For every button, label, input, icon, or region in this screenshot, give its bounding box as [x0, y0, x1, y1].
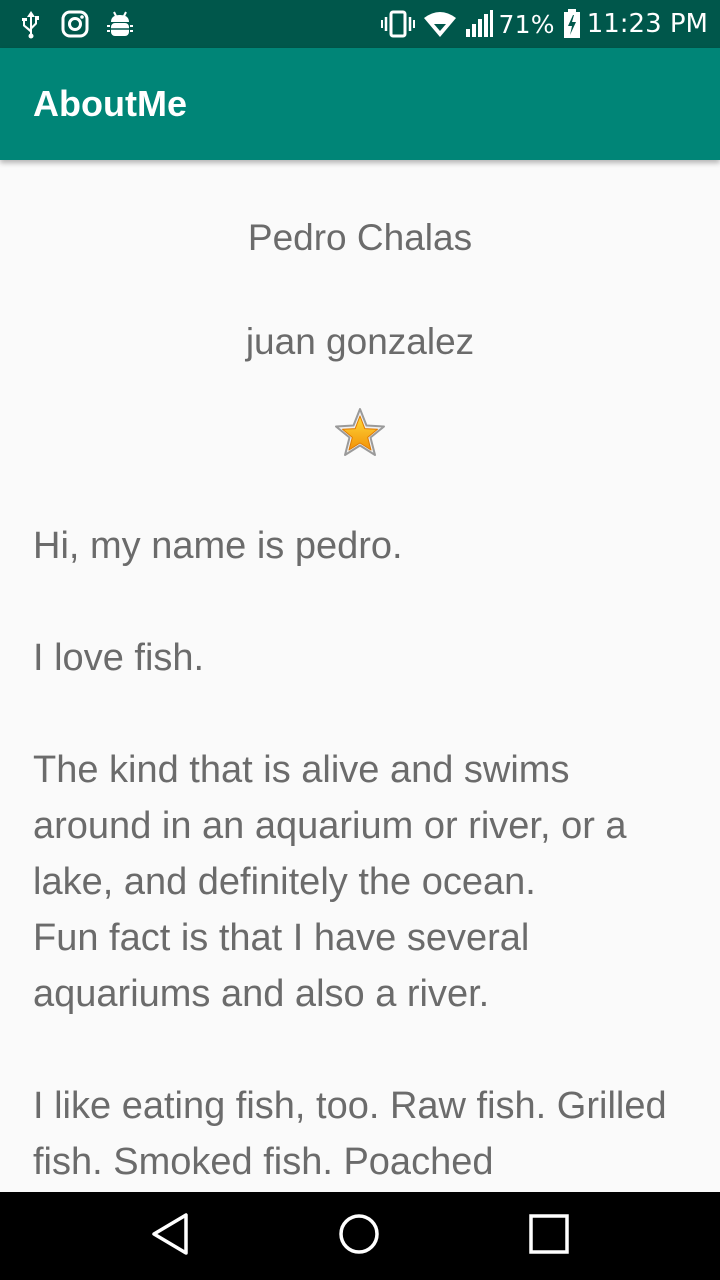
battery-charging-icon	[563, 9, 581, 39]
bio-text: Hi, my name is pedro. I love fish. The k…	[33, 525, 667, 1183]
app-title: AboutMe	[33, 83, 187, 124]
vibrate-icon	[380, 10, 415, 38]
status-bar-system: 71% 11:23 PM	[373, 9, 708, 39]
recents-button[interactable]	[499, 1192, 599, 1280]
signal-icon	[465, 10, 493, 38]
usb-icon	[18, 9, 44, 39]
back-button[interactable]	[120, 1192, 220, 1280]
status-bar: 71% 11:23 PM	[0, 0, 720, 48]
clock: 11:23 PM	[586, 9, 708, 39]
navigation-bar	[0, 1192, 720, 1280]
yellow-star-icon	[332, 406, 388, 462]
wifi-icon	[423, 10, 457, 38]
name-text: Pedro Chalas	[247, 217, 473, 258]
home-icon	[337, 1212, 381, 1260]
back-icon	[150, 1212, 190, 1260]
instagram-icon	[60, 9, 90, 39]
app-bar: AboutMe	[0, 48, 720, 160]
battery-percentage: 71%	[498, 9, 555, 39]
scroll-content[interactable]: Pedro Chalas juan gonzalez Hi, my name i…	[0, 160, 720, 1192]
android-debug-icon	[106, 9, 134, 39]
recents-icon	[528, 1213, 570, 1259]
nickname-text[interactable]: juan gonzalez	[0, 321, 720, 363]
home-button[interactable]	[309, 1192, 409, 1280]
status-bar-notifications	[18, 9, 150, 39]
